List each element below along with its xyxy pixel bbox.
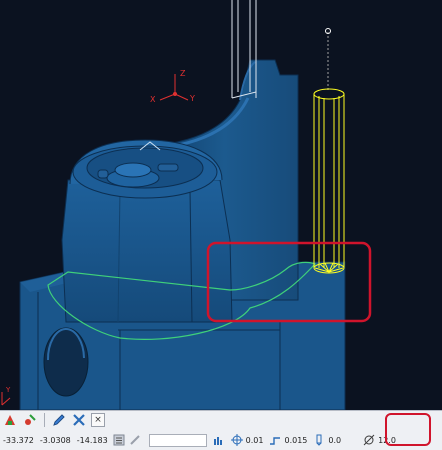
statusbar-tools: ×	[0, 411, 105, 429]
3d-scene[interactable]: Z X Y Y	[0, 0, 442, 410]
measure-icon[interactable]	[127, 432, 143, 448]
cad-viewport[interactable]: Z X Y Y	[0, 0, 442, 410]
axis-y-label: Y	[189, 94, 195, 103]
bar-chart-group[interactable]	[213, 434, 225, 446]
tolerance-group[interactable]: 0.01	[230, 434, 264, 446]
tool-cutter	[313, 28, 345, 274]
crossed-tools-icon[interactable]	[71, 412, 87, 428]
value-input[interactable]	[148, 433, 207, 447]
diameter-highlight	[385, 413, 431, 446]
crosshair-icon	[230, 434, 243, 446]
tool-offset-icon	[316, 434, 322, 446]
snap-tools-icon[interactable]	[2, 412, 18, 428]
stepover-group[interactable]: 0.015	[269, 434, 307, 446]
chart-icon	[213, 437, 222, 445]
calculator-icon[interactable]	[111, 432, 127, 448]
curve-tools-icon[interactable]	[22, 412, 38, 428]
stepover-icon	[270, 437, 281, 445]
origin-y-label: Y	[5, 386, 11, 394]
axis-z-label: Z	[180, 69, 186, 78]
coord-y: -3.0308	[39, 435, 71, 445]
main-body	[61, 139, 233, 323]
coord-x: -33.372	[3, 435, 34, 445]
stepover-value: 0.015	[284, 435, 308, 445]
axis-x-label: X	[150, 95, 156, 104]
offset-value: 0.0	[328, 435, 342, 445]
close-icon[interactable]: ×	[91, 413, 105, 427]
coordinate-readout: -33.372 -3.0308 -14.183 0.01 0.015 0.0 1…	[0, 430, 396, 450]
diameter-icon	[363, 434, 375, 446]
toolbar-separator	[44, 413, 45, 427]
coord-z: -14.183	[76, 435, 108, 445]
bottom-statusbar: × -33.372 -3.0308 -14.183 0.01 0.015 0.0	[0, 410, 442, 450]
offset-group[interactable]: 0.0	[313, 434, 341, 446]
tolerance-value: 0.01	[245, 435, 264, 445]
pencil-icon[interactable]	[51, 412, 67, 428]
